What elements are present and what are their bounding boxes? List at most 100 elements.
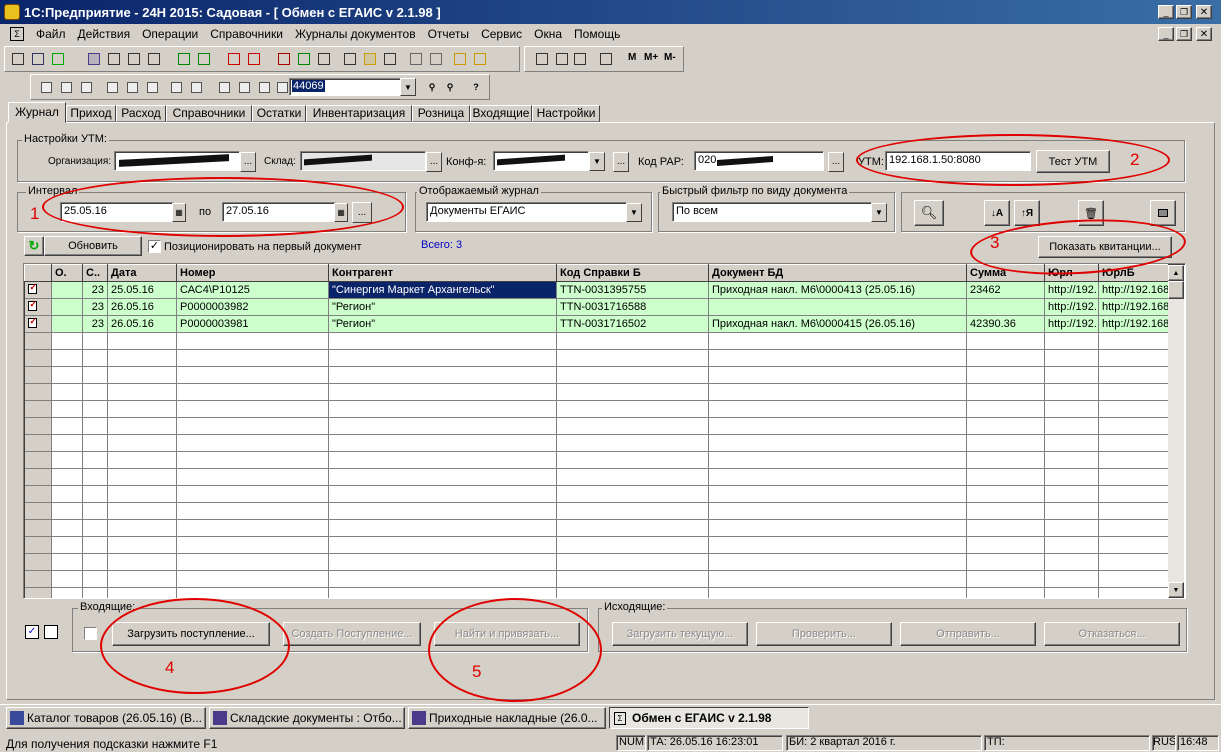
column-header-7[interactable]: Документ БД: [708, 264, 967, 282]
taskbar-item-catalog[interactable]: Каталог товаров (26.05.16) (В...: [6, 707, 206, 729]
scroll-down-button[interactable]: ▼: [1168, 582, 1184, 598]
print-icon[interactable]: [428, 51, 444, 67]
table-cell[interactable]: САС4\Р10125: [176, 281, 329, 299]
print-preview-icon[interactable]: [188, 79, 204, 95]
scroll-thumb[interactable]: [1168, 281, 1184, 299]
table-cell[interactable]: [708, 298, 967, 316]
table-cell[interactable]: 25.05.16: [107, 281, 177, 299]
table-cell[interactable]: http://192.168: [1098, 281, 1169, 299]
reject-button[interactable]: Отказаться...: [1044, 622, 1180, 646]
table-cell[interactable]: TTN-0031395755: [556, 281, 709, 299]
tab-3[interactable]: Справочники: [166, 105, 252, 122]
open-folder-icon[interactable]: [58, 79, 74, 95]
table-cell[interactable]: [51, 281, 83, 299]
warehouse-select-button[interactable]: ...: [426, 152, 442, 172]
question-icon[interactable]: ?: [468, 79, 484, 95]
table-cell[interactable]: "Регион": [328, 298, 557, 316]
table-cell[interactable]: 23: [82, 298, 108, 316]
search-combo[interactable]: 44069: [289, 78, 401, 96]
filter-combo[interactable]: По всем: [672, 202, 872, 222]
box-icon[interactable]: [362, 51, 378, 67]
column-header-5[interactable]: Контрагент: [328, 264, 557, 282]
menu-file[interactable]: Файл: [30, 27, 72, 41]
menu-actions[interactable]: Действия: [72, 27, 137, 41]
mdi-close-button[interactable]: ✕: [1196, 27, 1212, 41]
barcode-icon[interactable]: [342, 51, 358, 67]
column-header-4[interactable]: Номер: [176, 264, 329, 282]
column-header-3[interactable]: Дата: [107, 264, 177, 282]
organization-field[interactable]: [114, 151, 240, 171]
config-select-button[interactable]: ...: [613, 152, 629, 172]
table-row[interactable]: ✓ 23 26.05.16 Р0000003981 "Регион" TTN-003171…: [24, 315, 1169, 333]
table-cell[interactable]: http://192.: [1044, 298, 1099, 316]
folder-icon[interactable]: [452, 51, 468, 67]
copy-icon[interactable]: [124, 79, 140, 95]
rar-select-button[interactable]: ...: [828, 152, 844, 172]
print-icon[interactable]: [168, 79, 184, 95]
config-dropdown-button[interactable]: ▼: [589, 152, 605, 171]
cut-icon[interactable]: [104, 79, 120, 95]
m-plus-button[interactable]: M+: [644, 52, 658, 63]
tab-7[interactable]: Входящие: [470, 105, 532, 122]
table-cell[interactable]: http://192.: [1044, 281, 1099, 299]
maximize-button[interactable]: ❐: [1176, 5, 1192, 19]
search-dropdown-button[interactable]: ▼: [400, 78, 416, 96]
find-prev-icon[interactable]: ⚲: [442, 79, 458, 95]
table-cell[interactable]: Р0000003981: [176, 315, 329, 333]
taskbar-item-warehouse-docs[interactable]: Складские документы : Отбо...: [209, 707, 405, 729]
table-cell[interactable]: Приходная накл. М6\0000413 (25.05.16): [708, 281, 967, 299]
taskbar-item-receipts[interactable]: Приходные накладные (26.0...: [408, 707, 606, 729]
calendar-icon[interactable]: [554, 51, 570, 67]
tab-8[interactable]: Настройки: [532, 105, 600, 122]
menu-journals[interactable]: Журналы документов: [289, 27, 422, 41]
table-cell[interactable]: [51, 298, 83, 316]
tab-0[interactable]: Журнал: [8, 102, 66, 123]
table-cell[interactable]: 23462: [966, 281, 1045, 299]
table-row[interactable]: ✓ 23 25.05.16 САС4\Р10125 "Синергия Маркет А…: [24, 281, 1169, 299]
menu-reports[interactable]: Отчеты: [422, 27, 475, 41]
menu-references[interactable]: Справочники: [204, 27, 289, 41]
row-status-cell[interactable]: ✓: [24, 315, 52, 333]
menu-service[interactable]: Сервис: [475, 27, 528, 41]
binoculars-icon[interactable]: [274, 79, 290, 95]
taskbar-item-egais-active[interactable]: Σ Обмен с ЕГАИС v 2.1.98: [609, 707, 809, 729]
column-header-2[interactable]: С..: [82, 264, 108, 282]
arrow-in-red-icon[interactable]: [246, 51, 262, 67]
warehouse-field[interactable]: [300, 151, 426, 171]
sort-desc-button[interactable]: ↑Я: [1014, 200, 1040, 226]
table-cell[interactable]: [51, 315, 83, 333]
table-icon[interactable]: [316, 51, 332, 67]
check-all-icon[interactable]: ✓: [25, 625, 39, 639]
table-cell[interactable]: http://192.168: [1098, 298, 1169, 316]
organization-select-button[interactable]: ...: [240, 152, 256, 172]
doc-list-icon[interactable]: [10, 51, 26, 67]
redo-icon[interactable]: [256, 79, 272, 95]
check-icon[interactable]: [296, 51, 312, 67]
table-cell[interactable]: "Регион": [328, 315, 557, 333]
m-button[interactable]: M: [628, 52, 636, 63]
check-button[interactable]: Проверить...: [756, 622, 892, 646]
help-window-icon[interactable]: [216, 79, 232, 95]
save-icon[interactable]: [78, 79, 94, 95]
tab-5[interactable]: Инвентаризация: [306, 105, 412, 122]
column-header-1[interactable]: О.: [51, 264, 83, 282]
table-cell[interactable]: [966, 298, 1045, 316]
refresh-button[interactable]: Обновить: [44, 236, 142, 256]
table-cell[interactable]: 23: [82, 281, 108, 299]
uncheck-all-icon[interactable]: [44, 625, 58, 639]
calc-icon[interactable]: [382, 51, 398, 67]
mdi-restore-button[interactable]: ❐: [1176, 27, 1192, 41]
menu-windows[interactable]: Окна: [528, 27, 568, 41]
tab-2[interactable]: Расход: [116, 105, 166, 122]
sort-asc-button[interactable]: ↓A: [984, 200, 1010, 226]
calculator-icon[interactable]: [534, 51, 550, 67]
table-cell[interactable]: TTN-0031716588: [556, 298, 709, 316]
table-scrollbar[interactable]: ▲ ▼: [1168, 265, 1184, 598]
create-receipt-button[interactable]: Создать Поступление...: [283, 622, 421, 646]
list-icon[interactable]: [146, 51, 162, 67]
network-icon[interactable]: [50, 51, 66, 67]
find-next-icon[interactable]: ⚲: [424, 79, 440, 95]
undo-icon[interactable]: [236, 79, 252, 95]
table-cell[interactable]: 42390.36: [966, 315, 1045, 333]
arrow-right-red-icon[interactable]: [226, 51, 242, 67]
